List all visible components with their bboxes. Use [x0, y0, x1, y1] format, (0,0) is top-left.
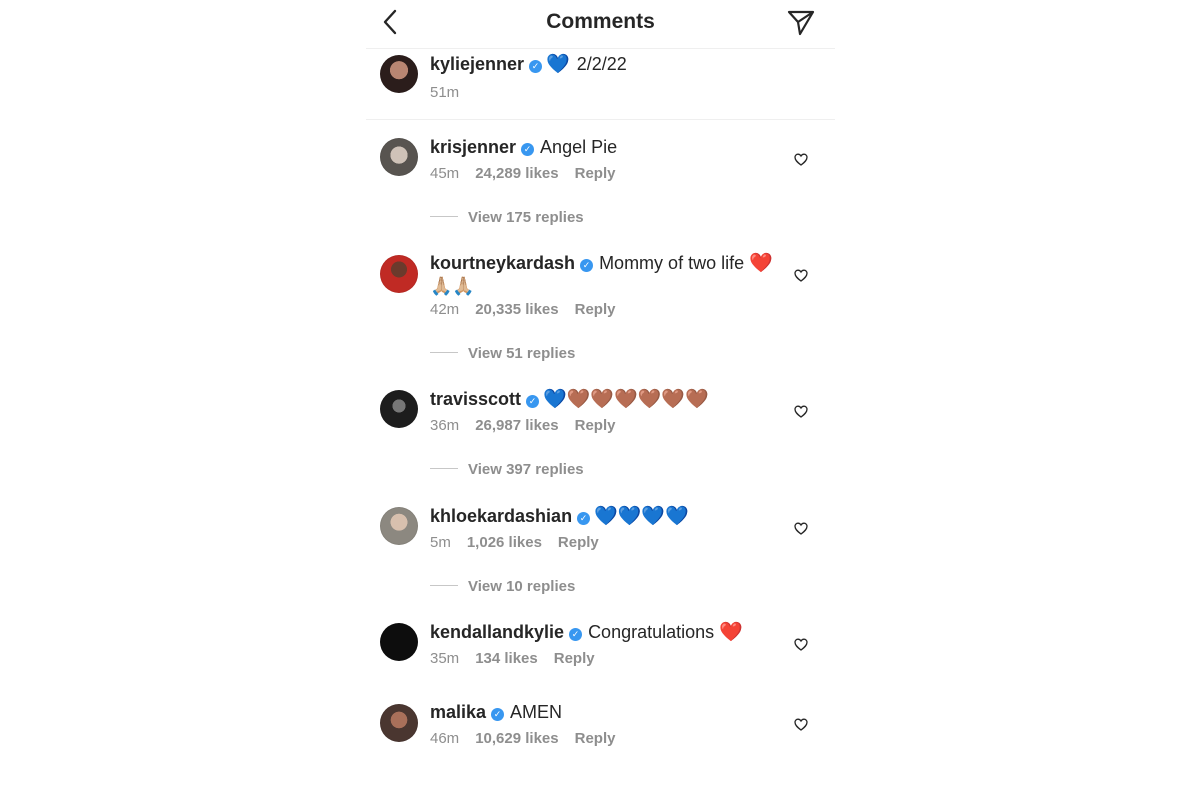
reply-button[interactable]: Reply — [575, 301, 616, 318]
view-replies-button[interactable]: View 175 replies — [430, 209, 584, 226]
view-replies-label: View 397 replies — [468, 461, 584, 478]
likes-count[interactable]: 24,289 likes — [475, 165, 558, 182]
view-replies-button[interactable]: View 51 replies — [430, 345, 575, 362]
avatar[interactable] — [380, 704, 418, 742]
view-replies-label: View 175 replies — [468, 209, 584, 226]
avatar[interactable] — [380, 390, 418, 428]
likes-count[interactable]: 134 likes — [475, 650, 538, 667]
paper-plane-icon[interactable] — [786, 7, 816, 37]
reply-button[interactable]: Reply — [575, 417, 616, 434]
likes-count[interactable]: 20,335 likes — [475, 301, 558, 318]
comment-meta: 45m 24,289 likes Reply — [430, 165, 631, 182]
blue-heart-emoji: 💙💙💙💙 — [594, 506, 689, 527]
comment-item: kourtneykardash ✓ Mommy of two life ❤️ 🙏🏼🙏🏼… — [366, 251, 835, 366]
comment-text: AMEN — [510, 702, 563, 722]
red-heart-emoji: ❤️ — [719, 622, 743, 643]
reply-button[interactable]: Reply — [575, 165, 616, 182]
comment-line: krisjenner ✓ Angel Pie — [430, 136, 775, 159]
likes-count[interactable]: 10,629 likes — [475, 730, 558, 747]
divider — [430, 585, 458, 586]
username[interactable]: krisjenner — [430, 137, 516, 157]
avatar[interactable] — [380, 255, 418, 293]
verified-badge-icon: ✓ — [580, 259, 594, 272]
username[interactable]: khloekardashian — [430, 506, 572, 526]
timestamp: 5m — [430, 534, 451, 551]
comment-meta: 42m 20,335 likes Reply — [430, 301, 631, 318]
comment-text: Angel Pie — [540, 137, 618, 157]
verified-badge-icon: ✓ — [491, 708, 505, 721]
reply-button[interactable]: Reply — [575, 730, 616, 747]
username[interactable]: kendallandkylie — [430, 622, 564, 642]
view-replies-button[interactable]: View 10 replies — [430, 578, 575, 595]
verified-badge-icon: ✓ — [569, 628, 583, 641]
username[interactable]: kourtneykardash — [430, 253, 575, 273]
caption-meta: 51m — [430, 84, 475, 101]
brown-heart-emoji: 🤎🤎🤎🤎🤎🤎 — [566, 389, 709, 410]
verified-badge-icon: ✓ — [577, 512, 591, 525]
divider — [430, 468, 458, 469]
comment-item: malika ✓ AMEN 46m 10,629 likes Reply — [366, 700, 835, 760]
reply-button[interactable]: Reply — [558, 534, 599, 551]
timestamp: 45m — [430, 165, 460, 182]
likes-count[interactable]: 26,987 likes — [475, 417, 558, 434]
avatar[interactable] — [380, 138, 418, 176]
caption-line: kyliejenner ✓ 💙 2/2/22 — [430, 53, 775, 76]
comment-item: travisscott ✓ 💙🤎🤎🤎🤎🤎🤎 36m 26,987 likes Reply… — [366, 387, 835, 487]
comment-meta: 5m 1,026 likes Reply — [430, 534, 615, 551]
praying-hands-emoji: 🙏🏼🙏🏼 — [430, 276, 475, 296]
post-caption: kyliejenner ✓ 💙 2/2/22 51m — [366, 49, 835, 120]
view-replies-label: View 10 replies — [468, 578, 576, 595]
comment-meta: 36m 26,987 likes Reply — [430, 417, 631, 434]
verified-badge-icon: ✓ — [521, 143, 535, 156]
avatar[interactable] — [380, 623, 418, 661]
like-heart-icon[interactable] — [794, 269, 808, 282]
comment-text: Mommy of two life — [599, 253, 745, 273]
comment-line: khloekardashian ✓ 💙💙💙💙 — [430, 505, 775, 528]
timestamp: 35m — [430, 650, 460, 667]
blue-heart-emoji: 💙 — [543, 389, 567, 410]
comment-item: khloekardashian ✓ 💙💙💙💙 5m 1,026 likes Reply … — [366, 504, 835, 604]
blue-heart-emoji: 💙 — [546, 54, 570, 75]
verified-badge-icon: ✓ — [529, 60, 543, 73]
timestamp: 51m — [430, 84, 460, 101]
verified-badge-icon: ✓ — [526, 395, 540, 408]
timestamp: 36m — [430, 417, 460, 434]
header: Comments — [366, 0, 835, 49]
comment-text: Congratulations — [588, 622, 715, 642]
like-heart-icon[interactable] — [794, 522, 808, 535]
username[interactable]: malika — [430, 702, 486, 722]
comment-item: krisjenner ✓ Angel Pie 45m 24,289 likes Repl… — [366, 135, 835, 235]
username[interactable]: kyliejenner — [430, 54, 524, 74]
comment-meta: 35m 134 likes Reply — [430, 650, 611, 667]
like-heart-icon[interactable] — [794, 638, 808, 651]
timestamp: 42m — [430, 301, 460, 318]
divider — [430, 352, 458, 353]
reply-button[interactable]: Reply — [554, 650, 595, 667]
avatar[interactable] — [380, 507, 418, 545]
page-title: Comments — [546, 10, 655, 33]
comment-line: kendallandkylie ✓ Congratulations ❤️ — [430, 621, 775, 644]
like-heart-icon[interactable] — [794, 405, 808, 418]
like-heart-icon[interactable] — [794, 718, 808, 731]
comments-panel: Comments kyliejenner ✓ 💙 2/2/22 51m krisje… — [366, 0, 835, 800]
comment-meta: 46m 10,629 likes Reply — [430, 730, 631, 747]
view-replies-button[interactable]: View 397 replies — [430, 461, 584, 478]
view-replies-label: View 51 replies — [468, 345, 576, 362]
comment-line: kourtneykardash ✓ Mommy of two life ❤️ 🙏🏼🙏🏼 — [430, 252, 775, 298]
comment-item: kendallandkylie ✓ Congratulations ❤️ 35m 13… — [366, 620, 835, 680]
comment-line: travisscott ✓ 💙🤎🤎🤎🤎🤎🤎 — [430, 388, 775, 411]
timestamp: 46m — [430, 730, 460, 747]
likes-count[interactable]: 1,026 likes — [467, 534, 542, 551]
caption-text: 2/2/22 — [576, 54, 627, 74]
like-heart-icon[interactable] — [794, 153, 808, 166]
comment-line: malika ✓ AMEN — [430, 701, 775, 724]
username[interactable]: travisscott — [430, 389, 521, 409]
avatar[interactable] — [380, 55, 418, 93]
divider — [430, 216, 458, 217]
red-heart-emoji: ❤️ — [749, 253, 773, 274]
